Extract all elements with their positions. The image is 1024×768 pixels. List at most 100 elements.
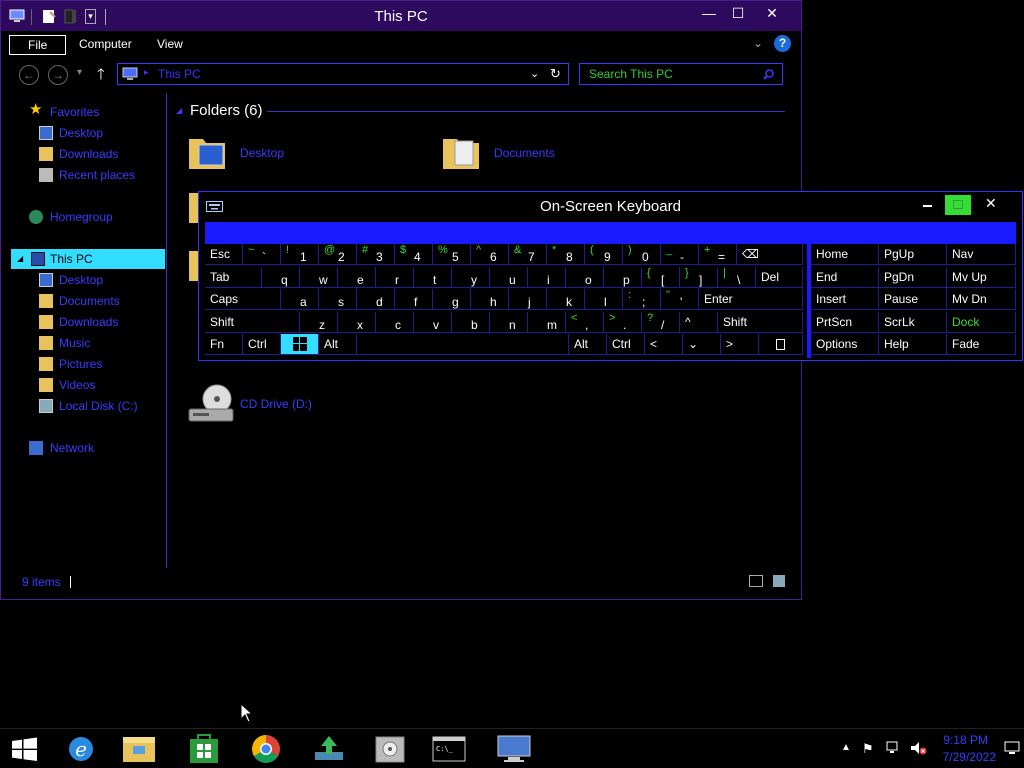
recent-locations-icon[interactable]: ▾ <box>77 67 82 78</box>
nav-pc-videos[interactable]: Videos <box>39 375 95 395</box>
key-h[interactable]: h <box>471 289 509 310</box>
cd-drive-label[interactable]: CD Drive (D:) <box>240 397 312 411</box>
help-icon[interactable]: ? <box>774 35 791 52</box>
key-a[interactable]: a <box>281 289 319 310</box>
key-m[interactable]: m <box>528 311 566 333</box>
collapse-group-icon[interactable]: ◢ <box>176 106 182 115</box>
nav-pc-desktop[interactable]: Desktop <box>39 270 103 290</box>
key-ctrl[interactable]: Ctrl <box>243 334 281 355</box>
key-del[interactable]: Del <box>756 266 803 288</box>
close-button[interactable]: ✕ <box>757 3 787 23</box>
key-dock[interactable]: Dock <box>947 311 1016 333</box>
key-alt-right[interactable]: Alt <box>569 334 607 355</box>
key-v[interactable]: v <box>414 311 452 333</box>
maximize-button[interactable]: ☐ <box>723 3 753 23</box>
key-down-arrow[interactable]: ⌄ <box>683 334 721 355</box>
nav-pc-music[interactable]: Music <box>39 333 90 353</box>
key-d[interactable]: d <box>357 289 395 310</box>
key-e[interactable]: e <box>338 266 376 288</box>
key-options[interactable]: Options <box>811 334 879 355</box>
tab-file[interactable]: File <box>9 35 67 55</box>
key-pause[interactable]: Pause <box>879 289 947 310</box>
key-ctrl-right[interactable]: Ctrl <box>607 334 645 355</box>
details-view-icon[interactable] <box>749 575 763 587</box>
key-6[interactable]: % 5 <box>433 244 471 265</box>
key-x[interactable]: x <box>338 311 376 333</box>
key-2[interactable]: ! 1 <box>281 244 319 265</box>
key-punct-r4-0[interactable]: <, <box>566 311 604 333</box>
key-menu[interactable] <box>759 334 803 355</box>
back-button[interactable]: ← <box>19 65 39 85</box>
store-icon[interactable] <box>180 730 228 768</box>
clock-time[interactable]: 9:18 PM <box>943 733 988 747</box>
key-t[interactable]: t <box>414 266 452 288</box>
nav-pc-pictures[interactable]: Pictures <box>39 354 102 374</box>
search-input[interactable]: Search This PC <box>579 63 783 85</box>
key-punct-r4-2[interactable]: ? / <box>642 311 680 333</box>
key-j[interactable]: j <box>509 289 547 310</box>
key-10[interactable]: (9 <box>585 244 623 265</box>
key-punct-r4-1[interactable]: >. <box>604 311 642 333</box>
large-icons-view-icon[interactable] <box>773 575 785 587</box>
key-mv-dn[interactable]: Mv Dn <box>947 289 1016 310</box>
key-y[interactable]: y <box>452 266 490 288</box>
key-4[interactable]: #3 <box>357 244 395 265</box>
nav-recent-places[interactable]: Recent places <box>39 165 135 185</box>
key-left-arrow[interactable]: < <box>645 334 683 355</box>
download-app-icon[interactable] <box>305 730 353 768</box>
clock-date[interactable]: 7/29/2022 <box>943 750 996 764</box>
key-scrlk[interactable]: ScrLk <box>879 311 947 333</box>
action-center-icon[interactable]: ⚑ <box>862 741 874 757</box>
nav-pc-documents[interactable]: Documents <box>39 291 120 311</box>
key-11[interactable]: ) 0 <box>623 244 661 265</box>
key-shift-right[interactable]: Shift <box>718 311 803 333</box>
osk-minimize-button[interactable] <box>923 205 932 207</box>
osk-title-bar[interactable]: On-Screen Keyboard ✕ <box>199 192 1022 220</box>
key-r[interactable]: r <box>376 266 414 288</box>
refresh-icon[interactable]: ↻ <box>550 66 561 82</box>
file-explorer-icon[interactable] <box>115 730 163 768</box>
key-s[interactable]: s <box>319 289 357 310</box>
key-8[interactable]: & 7 <box>509 244 547 265</box>
chrome-icon[interactable] <box>242 730 290 768</box>
key-alt[interactable]: Alt <box>319 334 357 355</box>
key-bracket-1[interactable]: }] <box>680 266 718 288</box>
nav-this-pc[interactable]: ◢ This PC <box>11 249 165 269</box>
key-pgup[interactable]: PgUp <box>879 244 947 265</box>
chevron-down-icon[interactable]: ⌄ <box>530 67 539 80</box>
internet-explorer-icon[interactable]: e <box>57 730 105 768</box>
key-bracket-2[interactable]: | \ <box>718 266 756 288</box>
title-bar[interactable]: ▾ This PC — ☐ ✕ <box>1 1 801 31</box>
nav-pc-local-disk[interactable]: Local Disk (C:) <box>39 396 138 416</box>
key-g[interactable]: g <box>433 289 471 310</box>
remote-desktop-icon[interactable] <box>490 730 538 768</box>
key-space[interactable] <box>357 334 569 355</box>
key-punct-0[interactable]: :; <box>623 289 661 310</box>
tab-view[interactable]: View <box>149 35 191 55</box>
key-enter[interactable]: Enter <box>699 289 803 310</box>
desktop-folder-icon[interactable] <box>187 131 229 173</box>
key-nav[interactable]: Nav <box>947 244 1016 265</box>
nav-favorites[interactable]: ★ Favorites <box>29 102 99 122</box>
network-status-icon[interactable] <box>885 740 901 756</box>
minimize-button[interactable]: — <box>694 3 724 23</box>
key-f[interactable]: f <box>395 289 433 310</box>
key-fade[interactable]: Fade <box>947 334 1016 355</box>
key-l[interactable]: l <box>585 289 623 310</box>
show-desktop-icon[interactable] <box>1004 741 1020 755</box>
key-p[interactable]: p <box>604 266 642 288</box>
chevron-down-icon[interactable]: ⌄ <box>753 36 763 50</box>
key-punct-1[interactable]: " ' <box>661 289 699 310</box>
key-1[interactable]: ~ ` <box>243 244 281 265</box>
disk-cleanup-icon[interactable] <box>366 730 414 768</box>
key-3[interactable]: @2 <box>319 244 357 265</box>
key-9[interactable]: * 8 <box>547 244 585 265</box>
key-c[interactable]: c <box>376 311 414 333</box>
key-b[interactable]: b <box>452 311 490 333</box>
key-w[interactable]: w <box>300 266 338 288</box>
key-bracket-0[interactable]: {[ <box>642 266 680 288</box>
key-5[interactable]: $4 <box>395 244 433 265</box>
key-pgdn[interactable]: PgDn <box>879 266 947 288</box>
nav-downloads[interactable]: Downloads <box>39 144 118 164</box>
key-caps[interactable]: Caps <box>205 289 281 310</box>
